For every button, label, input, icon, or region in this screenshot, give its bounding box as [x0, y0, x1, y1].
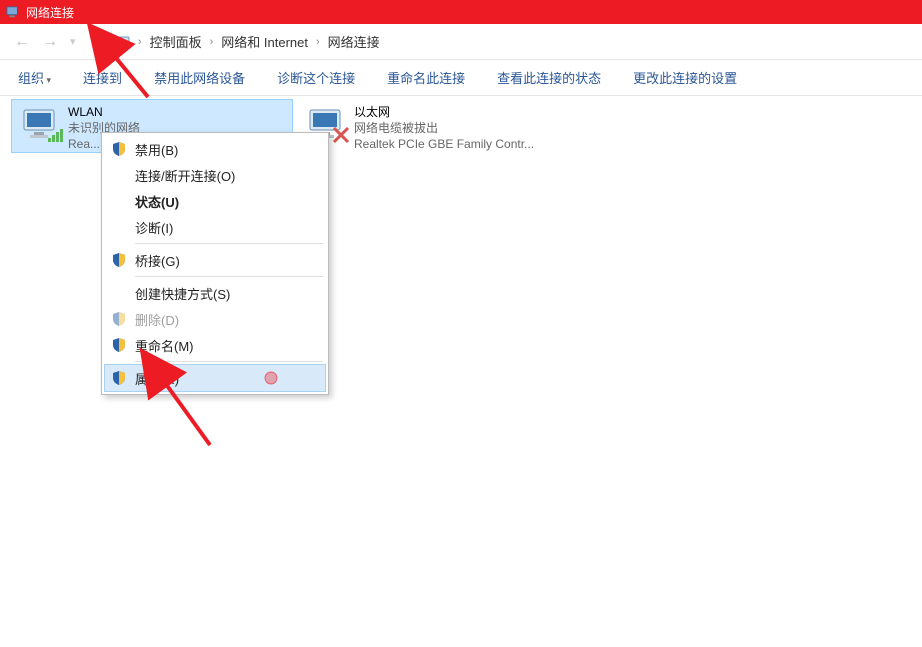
wlan-name: WLAN	[68, 104, 288, 120]
toolbar-change[interactable]: 更改此连接的设置	[631, 64, 739, 91]
breadcrumb-sep: ›	[316, 36, 320, 48]
ctx-separator	[135, 276, 323, 277]
nav-forward-button[interactable]: →	[36, 29, 64, 55]
toolbar-disable[interactable]: 禁用此网络设备	[152, 64, 247, 91]
toolbar-connect[interactable]: 连接到	[81, 64, 124, 91]
ctx-diagnose[interactable]: 诊断(I)	[105, 214, 325, 240]
ctx-bridge[interactable]: 桥接(G)	[105, 247, 325, 273]
ctx-disable-label: 禁用(B)	[135, 140, 178, 159]
network-folder-icon	[116, 34, 132, 50]
breadcrumb[interactable]: › 控制面板 › 网络和 Internet › 网络连接	[116, 30, 382, 53]
breadcrumb-item-2[interactable]: 网络连接	[326, 30, 382, 53]
nav-up-button[interactable]: ↑	[92, 34, 99, 50]
shield-icon	[111, 370, 127, 386]
breadcrumb-sep: ›	[210, 36, 214, 48]
shield-icon	[111, 252, 127, 268]
ctx-disable[interactable]: 禁用(B)	[105, 136, 325, 162]
ctx-separator	[135, 243, 323, 244]
ctx-separator	[135, 361, 323, 362]
ctx-diagnose-label: 诊断(I)	[135, 218, 173, 237]
toolbar-organize[interactable]: 组织	[16, 64, 53, 91]
nav-back-button[interactable]: ←	[8, 29, 36, 55]
ctx-properties[interactable]: 属性(R)	[105, 365, 325, 391]
content-area: WLAN 未识别的网络 Rea... 以太网 网络电缆被拔出 Realtek P…	[0, 96, 922, 112]
network-item-ethernet[interactable]: 以太网 网络电缆被拔出 Realtek PCIe GBE Family Cont…	[298, 100, 578, 152]
ctx-properties-label: 属性(R)	[135, 369, 179, 388]
ethernet-adapter: Realtek PCIe GBE Family Contr...	[354, 136, 574, 152]
wlan-icon	[16, 102, 68, 150]
ethernet-name: 以太网	[354, 104, 574, 120]
titlebar: 网络连接	[0, 0, 922, 24]
shield-icon	[111, 337, 127, 353]
toolbar-diagnose[interactable]: 诊断这个连接	[275, 64, 357, 91]
app-icon	[6, 5, 20, 19]
ctx-shortcut-label: 创建快捷方式(S)	[135, 284, 230, 303]
nav-history-button[interactable]: ▾	[64, 31, 82, 52]
ctx-connect[interactable]: 连接/断开连接(O)	[105, 162, 325, 188]
breadcrumb-item-1[interactable]: 网络和 Internet	[219, 30, 310, 53]
navbar: ← → ▾ ↑ | › 控制面板 › 网络和 Internet › 网络连接	[0, 24, 922, 60]
ctx-connect-label: 连接/断开连接(O)	[135, 166, 235, 185]
ctx-shortcut[interactable]: 创建快捷方式(S)	[105, 280, 325, 306]
context-menu: 禁用(B) 连接/断开连接(O) 状态(U) 诊断(I) 桥接(G) 创建快捷方…	[101, 132, 329, 395]
ctx-bridge-label: 桥接(G)	[135, 251, 180, 270]
shield-icon	[111, 311, 127, 327]
separator: |	[109, 34, 112, 49]
breadcrumb-item-0[interactable]: 控制面板	[148, 30, 204, 53]
ctx-status-label: 状态(U)	[135, 192, 179, 211]
toolbar-rename[interactable]: 重命名此连接	[385, 64, 467, 91]
window-title: 网络连接	[26, 4, 74, 21]
toolbar: 组织 连接到 禁用此网络设备 诊断这个连接 重命名此连接 查看此连接的状态 更改…	[0, 60, 922, 96]
ctx-rename-label: 重命名(M)	[135, 336, 194, 355]
ctx-delete: 删除(D)	[105, 306, 325, 332]
ethernet-status: 网络电缆被拔出	[354, 120, 574, 136]
breadcrumb-sep: ›	[138, 36, 142, 48]
cursor-icon	[263, 370, 279, 386]
ctx-rename[interactable]: 重命名(M)	[105, 332, 325, 358]
shield-icon	[111, 141, 127, 157]
toolbar-status[interactable]: 查看此连接的状态	[495, 64, 603, 91]
ctx-status[interactable]: 状态(U)	[105, 188, 325, 214]
ctx-delete-label: 删除(D)	[135, 310, 179, 329]
